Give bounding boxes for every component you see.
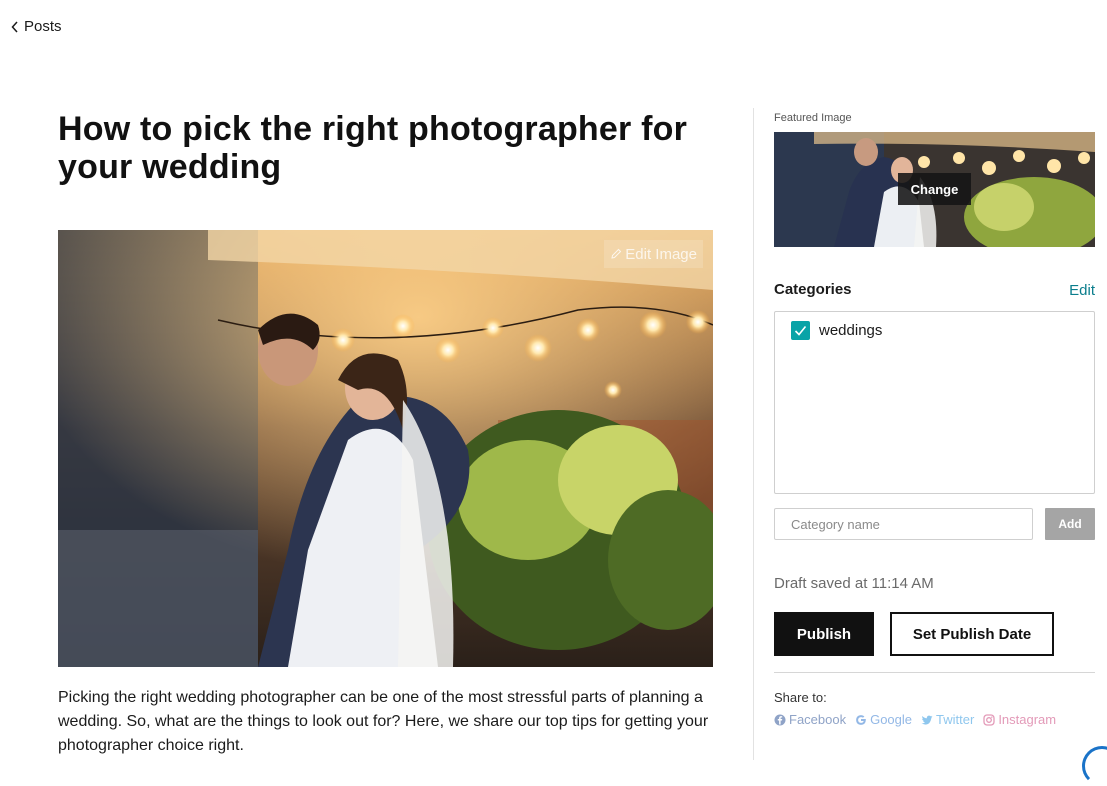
change-featured-image-button[interactable]: Change: [898, 173, 971, 205]
checkmark-icon: [794, 325, 807, 336]
chevron-left-icon: [11, 20, 18, 33]
add-category-button[interactable]: Add: [1045, 508, 1095, 540]
sidebar-divider: [753, 108, 754, 760]
facebook-icon: [774, 714, 786, 725]
draft-saved-status: Draft saved at 11:14 AM: [774, 575, 934, 592]
edit-image-button[interactable]: Edit Image: [604, 240, 703, 268]
post-body[interactable]: Picking the right wedding photographer c…: [58, 686, 718, 758]
share-twitter-label: Twitter: [936, 712, 975, 727]
wedding-photo: [58, 230, 713, 667]
share-instagram-label: Instagram: [998, 712, 1057, 727]
categories-heading: Categories: [774, 281, 852, 298]
share-facebook-label: Facebook: [789, 712, 847, 727]
share-facebook-link[interactable]: Facebook: [774, 712, 846, 727]
category-checkbox[interactable]: [791, 321, 810, 340]
google-icon: [856, 714, 866, 725]
featured-image-label: Featured Image: [774, 112, 852, 124]
post-title[interactable]: How to pick the right photographer for y…: [58, 110, 718, 186]
share-google-label: Google: [870, 712, 913, 727]
share-links: Facebook Google Twitter Instagram: [774, 712, 1056, 727]
back-link-label: Posts: [24, 18, 62, 35]
share-divider: [774, 672, 1095, 673]
category-label: weddings: [819, 322, 883, 339]
category-name-input[interactable]: [774, 508, 1033, 540]
category-item-weddings[interactable]: weddings: [791, 321, 882, 340]
edit-image-label: Edit Image: [625, 245, 697, 263]
share-google-link[interactable]: Google: [855, 712, 912, 727]
share-twitter-link[interactable]: Twitter: [921, 712, 974, 727]
categories-list: weddings: [774, 311, 1095, 494]
share-instagram-link[interactable]: Instagram: [983, 712, 1056, 727]
twitter-icon: [921, 715, 933, 725]
instagram-icon: [983, 713, 995, 726]
featured-image-thumbnail[interactable]: Change: [774, 132, 1095, 247]
set-publish-date-button[interactable]: Set Publish Date: [890, 612, 1054, 656]
pencil-icon: [611, 248, 622, 259]
post-hero-image[interactable]: Edit Image: [58, 230, 713, 667]
help-chat-widget[interactable]: [1082, 746, 1107, 786]
back-to-posts-link[interactable]: Posts: [10, 18, 62, 35]
publish-button[interactable]: Publish: [774, 612, 874, 656]
edit-categories-link[interactable]: Edit: [1069, 282, 1095, 299]
share-to-label: Share to:: [774, 690, 827, 705]
